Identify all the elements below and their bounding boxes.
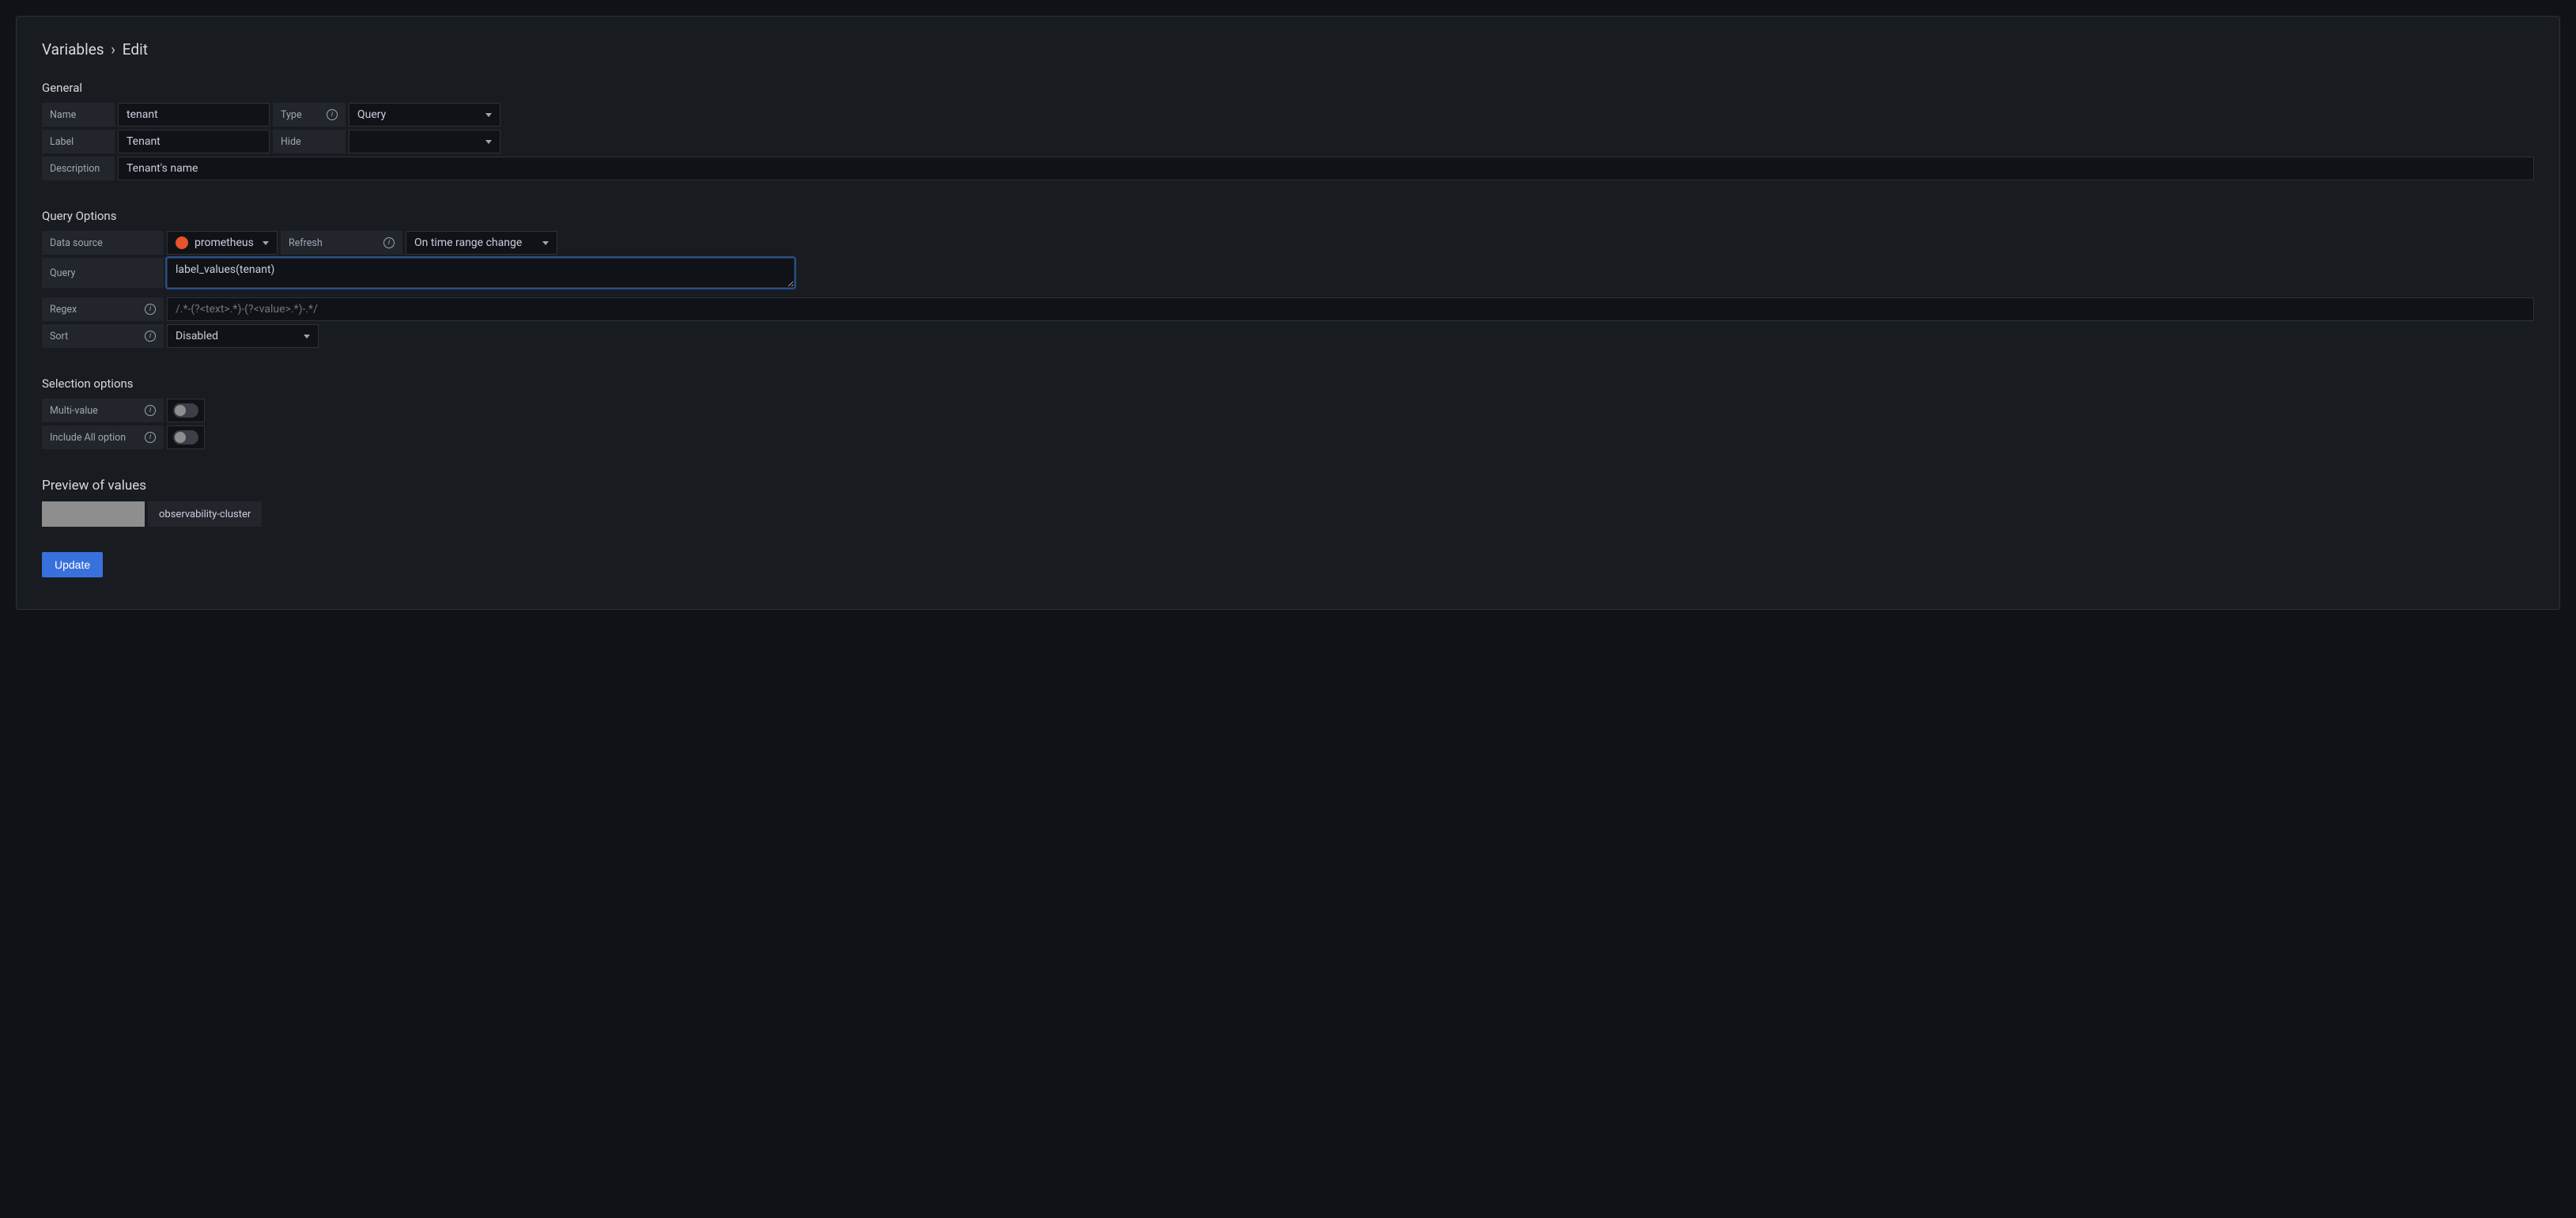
label-type: Type i: [273, 103, 346, 127]
info-icon[interactable]: i: [145, 331, 156, 342]
chevron-down-icon: [485, 113, 492, 117]
info-icon[interactable]: i: [145, 405, 156, 416]
info-icon[interactable]: i: [145, 432, 156, 443]
multi-value-toggle-wrapper: [167, 399, 205, 422]
label-datasource: Data source: [42, 231, 164, 255]
info-icon[interactable]: i: [327, 109, 338, 120]
section-title-query: Query Options: [42, 209, 2534, 223]
section-title-preview: Preview of values: [42, 478, 2534, 494]
chevron-down-icon: [304, 335, 310, 339]
label-hide: Hide: [273, 130, 346, 153]
label-regex: Regex i: [42, 297, 164, 321]
label-multi-value: Multi-value i: [42, 399, 164, 422]
prometheus-icon: [176, 236, 188, 249]
info-icon[interactable]: i: [145, 304, 156, 315]
breadcrumb-current: Edit: [123, 40, 148, 59]
label-input[interactable]: [118, 130, 270, 153]
label-query: Query: [42, 258, 164, 288]
variable-edit-panel: Variables › Edit General Name Type i Que…: [16, 16, 2560, 610]
section-general: General Name Type i Query Label Hide: [42, 81, 2534, 180]
description-input[interactable]: [118, 157, 2534, 180]
hide-select[interactable]: [349, 130, 500, 153]
type-select[interactable]: Query: [349, 103, 500, 127]
section-query-options: Query Options Data source prometheus Ref…: [42, 209, 2534, 348]
chevron-down-icon: [542, 241, 549, 245]
section-selection: Selection options Multi-value i Include …: [42, 376, 2534, 449]
multi-value-toggle[interactable]: [173, 403, 198, 418]
chevron-down-icon: [485, 140, 492, 144]
chevron-down-icon: [263, 241, 269, 245]
include-all-toggle[interactable]: [173, 430, 198, 444]
label-sort: Sort i: [42, 324, 164, 348]
label-label: Label: [42, 130, 115, 153]
preview-chip: observability-cluster: [148, 501, 262, 527]
name-input[interactable]: [118, 103, 270, 127]
info-icon[interactable]: i: [383, 237, 395, 248]
regex-input[interactable]: [167, 297, 2534, 321]
label-name: Name: [42, 103, 115, 127]
label-description: Description: [42, 157, 115, 180]
query-input[interactable]: [167, 258, 795, 288]
datasource-select[interactable]: prometheus: [167, 231, 278, 255]
breadcrumb-root[interactable]: Variables: [42, 40, 104, 59]
breadcrumb-separator: ›: [111, 40, 115, 59]
section-title-general: General: [42, 81, 2534, 95]
section-preview: Preview of values observability-cluster: [42, 478, 2534, 527]
update-button[interactable]: Update: [42, 552, 103, 577]
label-refresh: Refresh i: [281, 231, 402, 255]
preview-chip-blank: [42, 501, 145, 527]
include-all-toggle-wrapper: [167, 426, 205, 449]
refresh-select[interactable]: On time range change: [406, 231, 557, 255]
label-include-all: Include All option i: [42, 426, 164, 449]
section-title-selection: Selection options: [42, 376, 2534, 391]
sort-select[interactable]: Disabled: [167, 324, 319, 348]
breadcrumb: Variables › Edit: [42, 40, 2534, 59]
